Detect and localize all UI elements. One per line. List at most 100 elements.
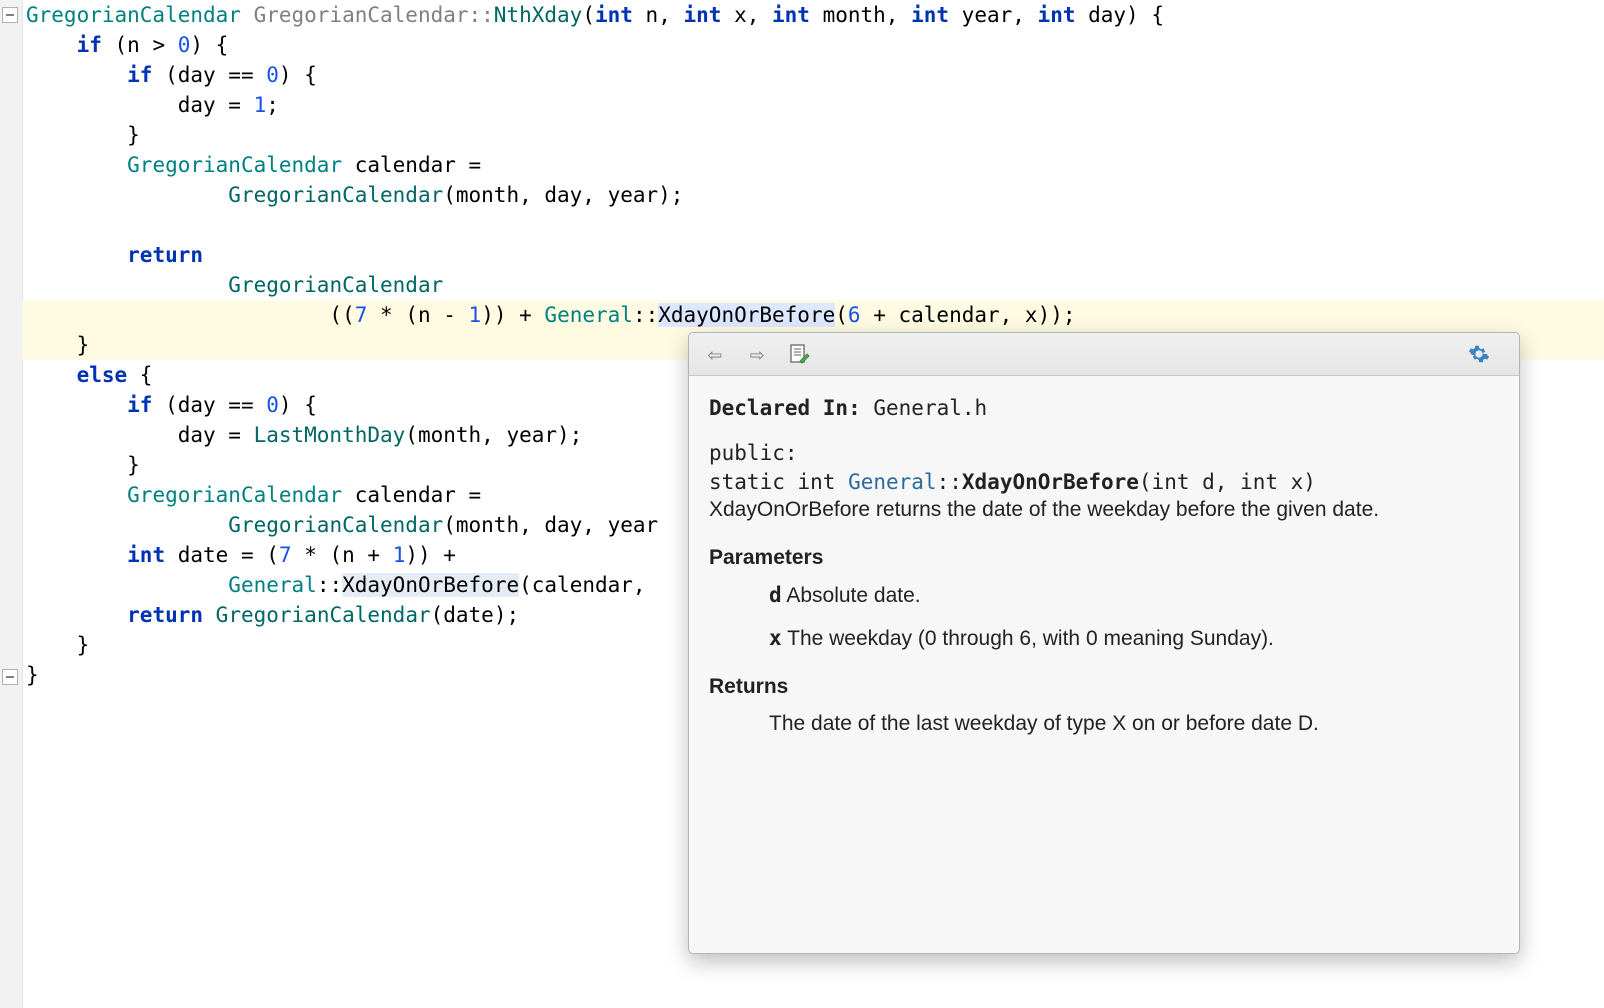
keyword: if xyxy=(127,393,152,417)
number: 7 xyxy=(355,303,368,327)
text xyxy=(26,273,228,297)
number: 0 xyxy=(266,63,279,87)
returns-desc: The date of the last weekday of type X o… xyxy=(709,710,1499,738)
text: ( xyxy=(835,303,848,327)
text xyxy=(26,63,127,87)
text xyxy=(203,603,216,627)
keyword: int xyxy=(127,543,165,567)
keyword: int xyxy=(683,3,721,27)
popup-body[interactable]: Declared In: General.h public: static in… xyxy=(689,376,1519,756)
text: * (n + xyxy=(292,543,393,567)
text: year, xyxy=(949,3,1038,27)
text: day = xyxy=(26,423,254,447)
text: (day == xyxy=(152,63,266,87)
text: day = xyxy=(26,93,254,117)
quick-doc-popup[interactable]: ⇦ ⇨ Declared In: General.h xyxy=(688,332,1520,954)
param-row: x The weekday (0 through 6, with 0 meani… xyxy=(769,624,1499,653)
number: 0 xyxy=(266,393,279,417)
function-call: GregorianCalendar xyxy=(216,603,431,627)
text: ; xyxy=(266,93,279,117)
text xyxy=(26,603,127,627)
gutter xyxy=(0,0,23,1008)
number: 7 xyxy=(279,543,292,567)
text: )) + xyxy=(481,303,544,327)
text: (date); xyxy=(431,603,520,627)
text xyxy=(26,363,77,387)
param-name: x xyxy=(769,626,782,650)
text: } xyxy=(26,663,39,687)
declared-in-line: Declared In: General.h xyxy=(709,394,1499,423)
keyword: int xyxy=(772,3,810,27)
text xyxy=(26,153,127,177)
number: 1 xyxy=(469,303,482,327)
text: month, xyxy=(810,3,911,27)
scope: General xyxy=(544,303,633,327)
returns-heading: Returns xyxy=(709,673,1499,701)
text xyxy=(26,573,228,597)
keyword: if xyxy=(127,63,152,87)
function-name: NthXday xyxy=(494,3,583,27)
text: (( xyxy=(26,303,355,327)
text xyxy=(26,183,228,207)
text: )) + xyxy=(405,543,456,567)
fold-start-icon[interactable] xyxy=(2,7,18,23)
arrow-left-icon: ⇦ xyxy=(708,340,722,368)
text xyxy=(26,243,127,267)
edit-source-button[interactable] xyxy=(785,340,813,368)
text: (day == xyxy=(152,393,266,417)
keyword: if xyxy=(77,33,102,57)
text: :: xyxy=(633,303,658,327)
keyword: int xyxy=(1038,3,1076,27)
keyword: else xyxy=(77,363,128,387)
param-row: d Absolute date. xyxy=(769,581,1499,610)
text: } xyxy=(26,453,140,477)
text: (n > xyxy=(102,33,178,57)
fold-end-icon[interactable] xyxy=(2,669,18,685)
text: date = ( xyxy=(165,543,279,567)
type-name: GregorianCalendar xyxy=(26,3,254,27)
arrow-right-icon: ⇨ xyxy=(750,340,764,368)
param-desc: The weekday (0 through 6, with 0 meaning… xyxy=(782,627,1274,650)
edit-icon xyxy=(788,343,810,365)
scope: General xyxy=(228,573,317,597)
type-name: GregorianCalendar xyxy=(127,153,342,177)
doc-summary: XdayOnOrBefore returns the date of the w… xyxy=(709,496,1499,524)
text: * (n - xyxy=(367,303,468,327)
sig-params: (int d, int x) xyxy=(1139,470,1316,494)
parameters-list: d Absolute date. x The weekday (0 throug… xyxy=(709,581,1499,654)
sig-class-link[interactable]: General xyxy=(848,470,937,494)
text xyxy=(26,543,127,567)
param-desc: Absolute date. xyxy=(782,584,921,607)
text: ) { xyxy=(279,63,317,87)
param-name: d xyxy=(769,583,782,607)
forward-button[interactable]: ⇨ xyxy=(743,340,771,368)
settings-button[interactable] xyxy=(1465,340,1493,368)
text: } xyxy=(26,123,140,147)
text xyxy=(26,33,77,57)
function-call: GregorianCalendar xyxy=(228,513,443,537)
back-button[interactable]: ⇦ xyxy=(701,340,729,368)
spacer xyxy=(709,423,1499,439)
text: ) { xyxy=(279,393,317,417)
gear-icon xyxy=(1468,343,1490,365)
text xyxy=(26,483,127,507)
sig-name: XdayOnOrBefore xyxy=(962,470,1139,494)
text xyxy=(26,393,127,417)
text: calendar = xyxy=(342,483,481,507)
text: + calendar, x)); xyxy=(861,303,1076,327)
code-editor[interactable]: GregorianCalendar GregorianCalendar::Nth… xyxy=(0,0,1604,1008)
number: 0 xyxy=(178,33,191,57)
signature: static int General::XdayOnOrBefore(int d… xyxy=(709,468,1499,496)
text: calendar = xyxy=(342,153,481,177)
text: (calendar, xyxy=(519,573,645,597)
number: 1 xyxy=(254,93,267,117)
type-name: GregorianCalendar xyxy=(127,483,342,507)
keyword: return xyxy=(127,603,203,627)
selected-symbol[interactable]: XdayOnOrBefore xyxy=(658,303,835,327)
parameters-heading: Parameters xyxy=(709,544,1499,572)
function-call: GregorianCalendar xyxy=(228,183,443,207)
keyword: int xyxy=(911,3,949,27)
text: } xyxy=(26,633,89,657)
symbol-occurrence[interactable]: XdayOnOrBefore xyxy=(342,573,519,597)
declared-in-value: General.h xyxy=(873,396,987,420)
